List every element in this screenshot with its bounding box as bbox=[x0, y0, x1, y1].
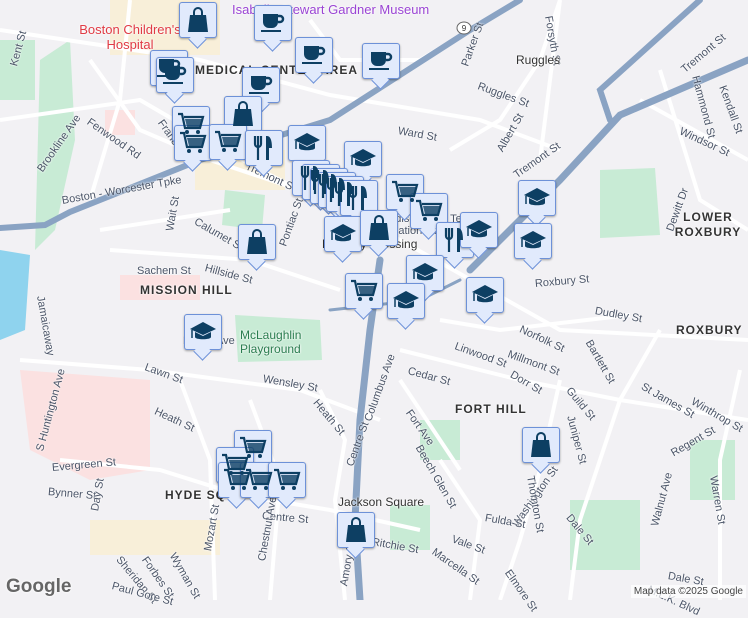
map-marker-cart[interactable] bbox=[209, 124, 247, 160]
map-marker-cart[interactable] bbox=[345, 273, 383, 309]
school-icon bbox=[350, 149, 376, 167]
restaurant-icon bbox=[444, 228, 463, 252]
map-marker-shopping-bag[interactable] bbox=[238, 224, 276, 260]
map-marker-school[interactable] bbox=[387, 283, 425, 319]
school-icon bbox=[294, 133, 320, 151]
neighborhood-label: HYDE SQ bbox=[165, 488, 227, 502]
cart-icon bbox=[180, 131, 207, 153]
restaurant-icon bbox=[253, 136, 272, 160]
svg-text:9: 9 bbox=[462, 24, 467, 33]
school-icon bbox=[412, 263, 438, 281]
school-icon bbox=[190, 322, 216, 340]
coffee-icon bbox=[249, 76, 273, 94]
school-icon bbox=[466, 220, 492, 238]
coffee-icon bbox=[163, 66, 187, 84]
neighborhood-label: FORT HILL bbox=[455, 402, 527, 416]
cart-icon bbox=[416, 199, 443, 221]
cart-icon bbox=[246, 468, 273, 490]
map-marker-coffee[interactable] bbox=[295, 37, 333, 73]
map-marker-school[interactable] bbox=[514, 223, 552, 259]
route-shield: 9 bbox=[456, 21, 472, 35]
hospital-label[interactable]: Boston Children's Hospital bbox=[75, 22, 185, 52]
neighborhood-label: MISSION HILL bbox=[140, 283, 233, 297]
street-label: Sachem St bbox=[137, 265, 191, 277]
shopping-bag-icon bbox=[233, 101, 253, 126]
shopping-bag-icon bbox=[531, 432, 551, 457]
map-marker-shopping-bag[interactable] bbox=[337, 512, 375, 548]
station-label-ruggles[interactable]: Ruggles bbox=[516, 53, 560, 67]
neighborhood-label: ROXBURY bbox=[676, 323, 743, 337]
map-marker-shopping-bag[interactable] bbox=[360, 210, 398, 246]
school-icon bbox=[472, 285, 498, 303]
restaurant-icon bbox=[348, 186, 367, 210]
shopping-bag-icon bbox=[188, 7, 208, 32]
shopping-bag-icon bbox=[346, 517, 366, 542]
station-label-jackson-square[interactable]: Jackson Square bbox=[338, 495, 424, 509]
neighborhood-label: LOWER ROXBURY bbox=[674, 210, 742, 239]
map-marker-restaurant[interactable] bbox=[245, 130, 283, 166]
google-logo[interactable]: Google bbox=[6, 576, 71, 598]
map-marker-school[interactable] bbox=[466, 277, 504, 313]
map-marker-coffee[interactable] bbox=[254, 5, 292, 41]
school-icon bbox=[330, 224, 356, 242]
map-marker-school[interactable] bbox=[324, 216, 362, 252]
coffee-icon bbox=[369, 52, 393, 70]
park-label[interactable]: McLaughlin Playground bbox=[240, 328, 320, 356]
shopping-bag-icon bbox=[369, 215, 389, 240]
map-attribution[interactable]: Map data ©2025 Google bbox=[630, 585, 746, 598]
cart-icon bbox=[274, 468, 301, 490]
school-icon bbox=[524, 188, 550, 206]
map-marker-school[interactable] bbox=[288, 125, 326, 161]
school-icon bbox=[393, 291, 419, 309]
school-icon bbox=[520, 231, 546, 249]
map-marker-shopping-bag[interactable] bbox=[179, 2, 217, 38]
coffee-icon bbox=[302, 46, 326, 64]
map-marker-cart[interactable] bbox=[268, 462, 306, 498]
cart-icon bbox=[351, 279, 378, 301]
coffee-icon bbox=[261, 14, 285, 32]
map-marker-school[interactable] bbox=[184, 314, 222, 350]
map-marker-cart[interactable] bbox=[174, 125, 212, 161]
cart-icon bbox=[215, 130, 242, 152]
shopping-bag-icon bbox=[247, 229, 267, 254]
map-marker-school[interactable] bbox=[518, 180, 556, 216]
map-marker-coffee[interactable] bbox=[362, 43, 400, 79]
map-marker-shopping-bag[interactable] bbox=[522, 427, 560, 463]
